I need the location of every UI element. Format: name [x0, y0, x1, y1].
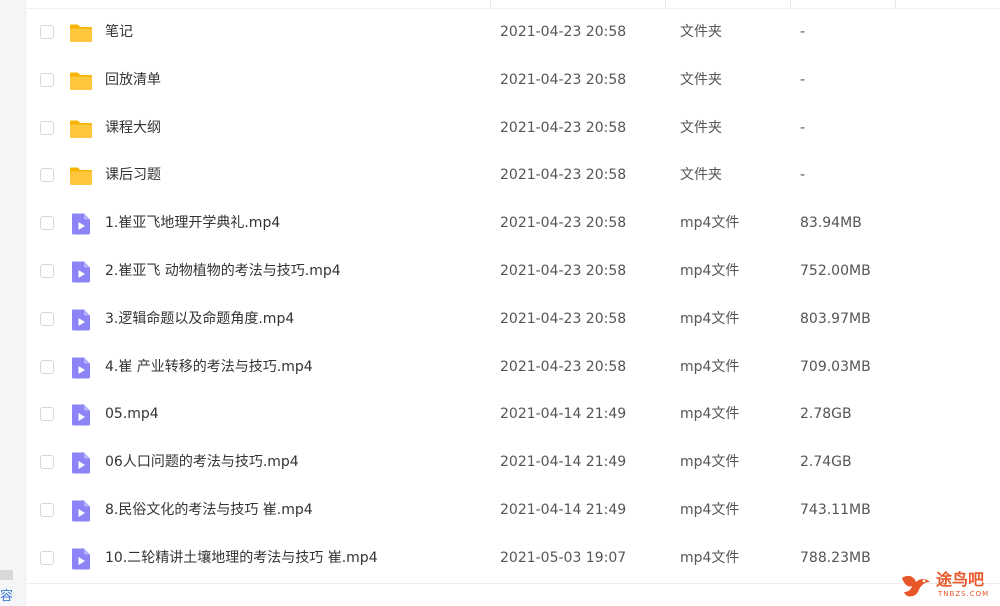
watermark-title: 途鸟吧 — [936, 570, 985, 589]
file-manager-window: 容 笔记 2021-04-23 20:58 文件夹 - 回放清单 2021-04-23 … — [0, 0, 1000, 606]
file-modified-date: 2021-04-14 21:49 — [500, 406, 627, 423]
file-size: 709.03MB — [800, 358, 871, 375]
file-type: 文件夹 — [680, 24, 722, 40]
row-checkbox[interactable] — [40, 550, 54, 565]
file-name[interactable]: 8.民俗文化的考法与技巧 崔.mp4 — [105, 487, 313, 535]
file-modified-date: 2021-05-03 19:07 — [500, 549, 627, 566]
file-type: mp4文件 — [680, 215, 740, 232]
file-size: - — [800, 119, 806, 136]
file-name[interactable]: 10.二轮精讲土壤地理的考法与技巧 崔.mp4 — [105, 535, 378, 583]
file-name[interactable]: 回放清单 — [105, 57, 161, 105]
row-checkbox[interactable] — [40, 168, 54, 183]
file-modified-date: 2021-04-23 20:58 — [500, 262, 627, 279]
file-type: mp4文件 — [680, 406, 740, 423]
file-size: 2.78GB — [800, 406, 852, 423]
row-checkbox[interactable] — [40, 455, 54, 470]
video-file-icon — [69, 260, 93, 284]
column-header-edge — [25, 0, 1000, 9]
file-modified-date: 2021-04-23 20:58 — [500, 167, 627, 184]
file-name[interactable]: 05.mp4 — [105, 391, 159, 439]
file-name[interactable]: 1.崔亚飞地理开学典礼.mp4 — [105, 200, 280, 248]
list-bottom-divider — [25, 583, 1000, 584]
row-checkbox[interactable] — [40, 311, 54, 326]
row-checkbox[interactable] — [40, 407, 54, 422]
file-size: - — [800, 71, 806, 88]
column-divider[interactable] — [790, 0, 791, 8]
file-modified-date: 2021-04-23 20:58 — [500, 24, 627, 40]
file-row[interactable]: 课程大纲 2021-04-23 20:58 文件夹 - — [25, 105, 1000, 153]
file-type: 文件夹 — [680, 119, 722, 136]
file-size: 83.94MB — [800, 215, 862, 232]
column-divider[interactable] — [665, 0, 666, 8]
folder-icon — [69, 69, 93, 93]
column-divider[interactable] — [895, 0, 896, 8]
row-checkbox[interactable] — [40, 263, 54, 278]
file-modified-date: 2021-04-23 20:58 — [500, 119, 627, 136]
file-modified-date: 2021-04-23 20:58 — [500, 215, 627, 232]
folder-icon — [69, 164, 93, 188]
file-name[interactable]: 3.逻辑命题以及命题角度.mp4 — [105, 296, 294, 344]
file-type: mp4文件 — [680, 501, 740, 518]
file-name[interactable]: 06人口问题的考法与技巧.mp4 — [105, 439, 299, 487]
file-name[interactable]: 笔记 — [105, 9, 133, 57]
file-size: - — [800, 24, 806, 40]
file-name[interactable]: 2.崔亚飞 动物植物的考法与技巧.mp4 — [105, 248, 341, 296]
file-row[interactable]: 10.二轮精讲土壤地理的考法与技巧 崔.mp4 2021-05-03 19:07 m… — [25, 535, 1000, 583]
file-size: 2.74GB — [800, 454, 852, 471]
file-name[interactable]: 课后习题 — [105, 152, 161, 200]
file-row[interactable]: 8.民俗文化的考法与技巧 崔.mp4 2021-04-14 21:49 mp4文件 7… — [25, 487, 1000, 535]
file-type: mp4文件 — [680, 262, 740, 279]
bird-logo-icon — [902, 575, 930, 597]
video-file-icon — [69, 451, 93, 475]
file-size: - — [800, 167, 806, 184]
sidebar-label-fragment: 容 — [0, 589, 14, 604]
video-file-icon — [69, 212, 93, 236]
video-file-icon — [69, 403, 93, 427]
file-modified-date: 2021-04-23 20:58 — [500, 358, 627, 375]
watermark-logo: 途鸟吧 TNBZS.COM — [898, 570, 994, 602]
file-row[interactable]: 回放清单 2021-04-23 20:58 文件夹 - — [25, 57, 1000, 105]
file-row[interactable]: 1.崔亚飞地理开学典礼.mp4 2021-04-23 20:58 mp4文件 83.9… — [25, 200, 1000, 248]
file-list: 笔记 2021-04-23 20:58 文件夹 - 回放清单 2021-04-23 20… — [25, 9, 1000, 583]
file-type: mp4文件 — [680, 358, 740, 375]
file-size: 743.11MB — [800, 501, 871, 518]
file-row[interactable]: 4.崔 产业转移的考法与技巧.mp4 2021-04-23 20:58 mp4文件 7… — [25, 344, 1000, 392]
file-type: 文件夹 — [680, 167, 722, 184]
file-modified-date: 2021-04-14 21:49 — [500, 454, 627, 471]
file-name[interactable]: 4.崔 产业转移的考法与技巧.mp4 — [105, 344, 313, 392]
row-checkbox[interactable] — [40, 359, 54, 374]
row-checkbox[interactable] — [40, 72, 54, 87]
video-file-icon — [69, 356, 93, 380]
file-modified-date: 2021-04-23 20:58 — [500, 310, 627, 327]
row-checkbox[interactable] — [40, 120, 54, 135]
file-row[interactable]: 2.崔亚飞 动物植物的考法与技巧.mp4 2021-04-23 20:58 mp4文… — [25, 248, 1000, 296]
file-row[interactable]: 课后习题 2021-04-23 20:58 文件夹 - — [25, 152, 1000, 200]
folder-icon — [69, 117, 93, 141]
folder-icon — [69, 21, 93, 45]
video-file-icon — [69, 308, 93, 332]
file-type: mp4文件 — [680, 310, 740, 327]
file-type: mp4文件 — [680, 454, 740, 471]
column-divider[interactable] — [490, 0, 491, 8]
file-modified-date: 2021-04-14 21:49 — [500, 501, 627, 518]
row-checkbox[interactable] — [40, 25, 54, 39]
file-row[interactable]: 3.逻辑命题以及命题角度.mp4 2021-04-23 20:58 mp4文件 803… — [25, 296, 1000, 344]
row-checkbox[interactable] — [40, 502, 54, 517]
video-file-icon — [69, 547, 93, 571]
file-row[interactable]: 06人口问题的考法与技巧.mp4 2021-04-14 21:49 mp4文件 2.7… — [25, 439, 1000, 487]
file-size: 788.23MB — [800, 549, 871, 566]
sidebar-scrollbar[interactable] — [0, 570, 13, 580]
row-checkbox[interactable] — [40, 216, 54, 231]
file-size: 752.00MB — [800, 262, 871, 279]
file-row[interactable]: 笔记 2021-04-23 20:58 文件夹 - — [25, 9, 1000, 57]
video-file-icon — [69, 499, 93, 523]
file-type: 文件夹 — [680, 71, 722, 88]
file-name[interactable]: 课程大纲 — [105, 105, 161, 153]
watermark-url: TNBZS.COM — [938, 590, 990, 598]
file-size: 803.97MB — [800, 310, 871, 327]
file-type: mp4文件 — [680, 549, 740, 566]
file-modified-date: 2021-04-23 20:58 — [500, 71, 627, 88]
left-sidebar-edge: 容 — [0, 0, 26, 606]
file-row[interactable]: 05.mp4 2021-04-14 21:49 mp4文件 2.78GB — [25, 391, 1000, 439]
